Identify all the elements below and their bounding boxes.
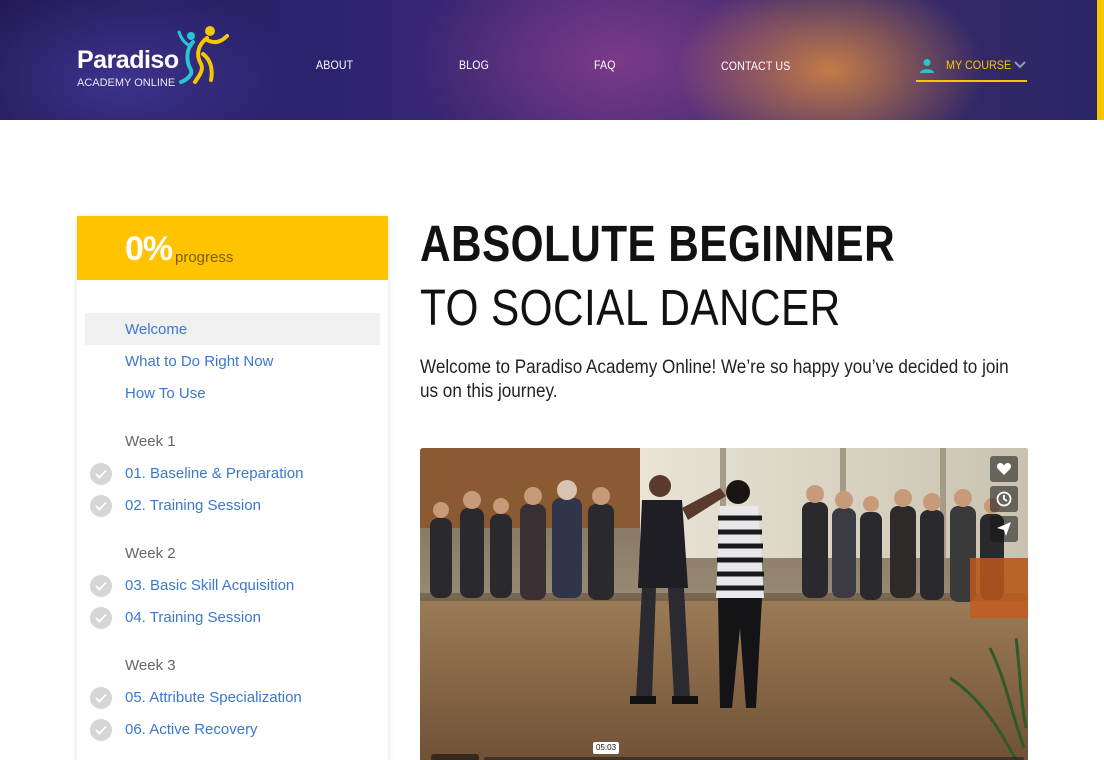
like-button[interactable] [990, 456, 1018, 482]
logo-wordmark: Paradiso [77, 46, 179, 74]
nav-blog[interactable]: BLOG [459, 58, 489, 72]
share-icon [997, 522, 1011, 536]
progress-value: 0% [125, 230, 173, 268]
progress-panel: 0% progress [77, 216, 388, 280]
logo-tagline: ACADEMY ONLINE [77, 77, 176, 89]
week-heading: Week 1 [125, 433, 176, 450]
video-player[interactable]: 05:03 [420, 448, 1028, 760]
chevron-down-icon [1014, 61, 1026, 69]
my-course-menu[interactable]: MY COURSE [916, 55, 1027, 82]
check-icon [90, 719, 112, 741]
site-logo[interactable]: Paradiso ACADEMY ONLINE [77, 24, 232, 90]
week-heading: Week 3 [125, 657, 176, 674]
clock-icon [996, 491, 1012, 507]
lesson-welcome[interactable]: Welcome [125, 321, 187, 338]
lesson-item[interactable]: 02. Training Session [125, 497, 261, 514]
check-icon [90, 575, 112, 597]
week-heading: Week 2 [125, 545, 176, 562]
watch-later-button[interactable] [990, 486, 1018, 512]
video-control-bar [420, 750, 1028, 760]
user-icon [920, 59, 934, 73]
progress-label: progress [175, 249, 234, 266]
site-header: Paradiso ACADEMY ONLINE ABOUT BLOG FAQ C… [0, 0, 1104, 120]
check-icon [90, 463, 112, 485]
dancer-logo-icon [177, 26, 229, 84]
nav-contact-us[interactable]: CONTACT US [721, 59, 790, 73]
header-accent-edge [1097, 0, 1104, 120]
lesson-how-to-use[interactable]: How To Use [125, 385, 206, 402]
video-frame-image [420, 448, 1028, 760]
lesson-item[interactable]: 04. Training Session [125, 609, 261, 626]
course-title-line1: ABSOLUTE BEGINNER [420, 215, 896, 272]
play-button[interactable] [431, 754, 479, 760]
nav-faq[interactable]: FAQ [594, 58, 616, 72]
nav-about[interactable]: ABOUT [316, 58, 353, 72]
share-button[interactable] [990, 516, 1018, 542]
check-icon [90, 687, 112, 709]
lesson-item[interactable]: 06. Active Recovery [125, 721, 258, 738]
course-sidebar: 0% progress Welcome What to Do Right Now… [77, 216, 388, 760]
check-icon [90, 607, 112, 629]
lesson-what-to-do[interactable]: What to Do Right Now [125, 353, 273, 370]
video-time-tooltip: 05:03 [593, 742, 620, 754]
check-icon [90, 495, 112, 517]
lesson-item[interactable]: 05. Attribute Specialization [125, 689, 302, 706]
intro-text: Welcome to Paradiso Academy Online! We’r… [420, 357, 1009, 402]
lesson-item[interactable]: 03. Basic Skill Acquisition [125, 577, 294, 594]
my-course-label: MY COURSE [946, 58, 1012, 72]
heart-icon [996, 463, 1012, 475]
course-title-line2: TO SOCIAL DANCER [420, 279, 841, 336]
lesson-item[interactable]: 01. Baseline & Preparation [125, 465, 303, 482]
